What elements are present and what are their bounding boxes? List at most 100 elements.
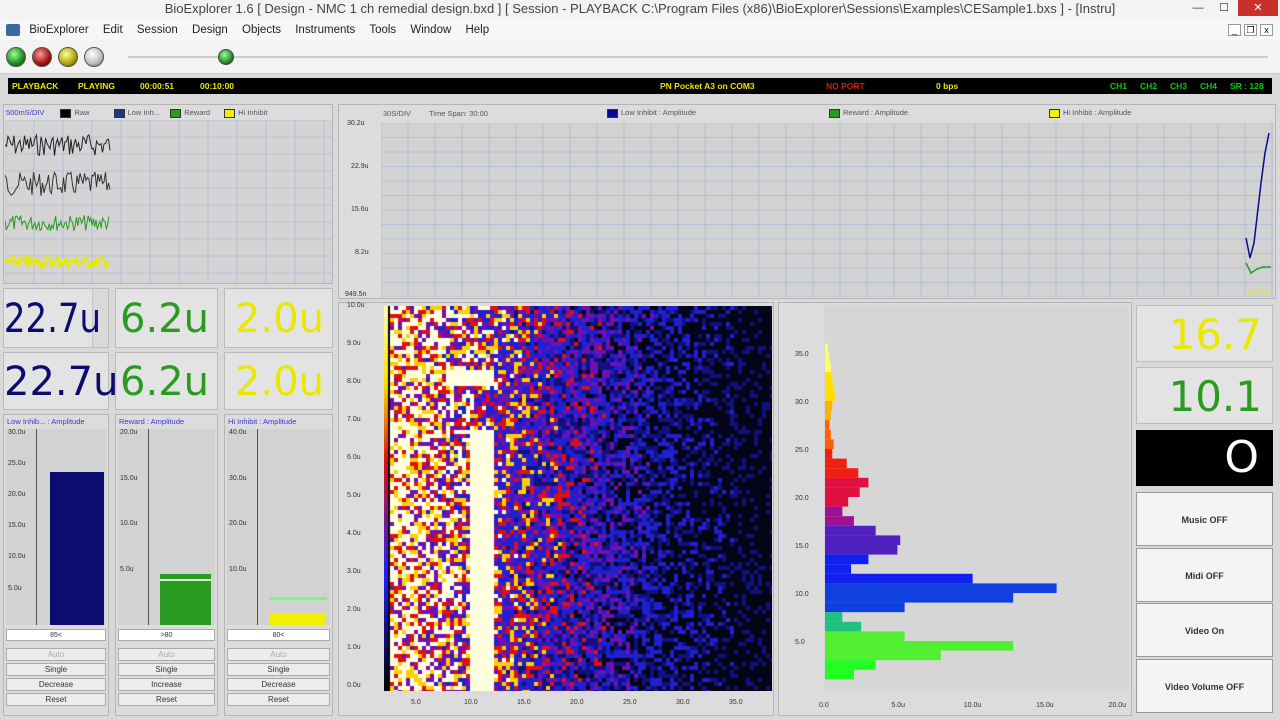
spectrogram-xtick: 15.0 — [517, 699, 531, 706]
menu-bioexplorer[interactable]: BioExplorer — [29, 24, 88, 36]
hiinh-threshold-line — [269, 597, 327, 600]
reward-meter-plot: 20.0u 15.0u 10.0u 5.0u — [118, 429, 215, 625]
lowinh-threshold-field[interactable]: 85< — [6, 629, 106, 641]
reward-adjust-button[interactable]: Increase — [118, 678, 215, 691]
raw-scale-label: 500mS/DIV — [6, 108, 45, 117]
stop-icon[interactable] — [84, 47, 104, 67]
play-icon[interactable] — [6, 47, 26, 67]
doc-restore-button[interactable]: ❐ — [1244, 24, 1257, 36]
status-device: PN Pocket A3 on COM3 — [660, 81, 755, 91]
playback-slider-thumb[interactable] — [218, 49, 234, 65]
spectrum-bar — [825, 545, 898, 555]
reward-reset-button[interactable]: Reset — [118, 693, 215, 706]
hiinh-meter-plot: 40.0u 30.0u 20.0u 10.0u — [227, 429, 330, 625]
spectrum-bar — [825, 458, 847, 469]
spectrum-bar — [825, 343, 828, 353]
playback-toolbar — [0, 40, 1280, 74]
spectrum-bar — [825, 564, 852, 574]
spectrum-bar — [825, 573, 973, 584]
spectrum-ytick: 15.0 — [795, 543, 809, 550]
trend-reward-label: Reward : Amplitude — [843, 108, 909, 117]
spectrum-bar — [825, 401, 833, 411]
spectrum-bar — [825, 669, 854, 680]
status-state: PLAYING — [78, 81, 116, 91]
menu-help[interactable]: Help — [465, 24, 489, 36]
video-volume-toggle-button[interactable]: Video Volume OFF — [1136, 659, 1273, 713]
spectrum-xtick: 15.0u — [1036, 702, 1054, 709]
reward-threshold-field[interactable]: >80 — [118, 629, 215, 641]
spectrum-bar — [825, 583, 1057, 593]
reward-meter-title: Reward : Amplitude — [119, 417, 185, 426]
close-button[interactable]: ✕ — [1238, 0, 1278, 16]
spectrum-bar — [825, 410, 831, 421]
hiinh-meter-axis — [257, 429, 258, 625]
lowinh-auto-button[interactable]: Auto — [6, 648, 106, 661]
lowinh-single-button[interactable]: Single — [6, 663, 106, 676]
reward-auto-button[interactable]: Auto — [118, 648, 215, 661]
maximize-button[interactable]: ☐ — [1211, 0, 1237, 16]
pause-icon[interactable] — [58, 47, 78, 67]
lowinh-swatch — [113, 108, 125, 118]
lowinh-meter-ytick: 5.0u — [8, 585, 22, 592]
spectrum-bar — [825, 353, 830, 363]
lowinh-meter-title: Low Inhib... : Amplitude — [7, 417, 85, 426]
midi-toggle-button[interactable]: Midi OFF — [1136, 548, 1273, 602]
menu-edit[interactable]: Edit — [103, 24, 123, 36]
hiinh-threshold-field[interactable]: 80< — [227, 629, 330, 641]
lowinh-reset-button[interactable]: Reset — [6, 693, 106, 706]
reward-meter-axis — [148, 429, 149, 625]
hiinh-single-button[interactable]: Single — [227, 663, 330, 676]
app-icon — [6, 23, 20, 36]
spectrum-xtick: 20.0u — [1109, 702, 1127, 709]
playback-slider-track[interactable] — [128, 56, 1268, 58]
status-sample-rate: SR : 128 — [1230, 81, 1264, 91]
spectrogram-ytick: 10.0u — [347, 302, 365, 309]
spectrum-bar — [825, 429, 831, 440]
hiinh-reset-button[interactable]: Reset — [227, 693, 330, 706]
status-ch1: CH1 — [1110, 81, 1128, 91]
spectrogram-xtick: 20.0 — [570, 699, 584, 706]
trend-legend-hiinh: Hi Inhibit : Amplitude — [1049, 108, 1131, 118]
minimize-button[interactable]: — — [1185, 0, 1211, 16]
spectrum-bar — [825, 506, 843, 517]
lowinh-adjust-button[interactable]: Decrease — [6, 678, 106, 691]
doc-minimize-button[interactable]: _ — [1228, 24, 1241, 36]
lowinh-meter-ytick: 20.0u — [8, 491, 26, 498]
menu-objects[interactable]: Objects — [242, 24, 281, 36]
lowinh-meter-ytick: 25.0u — [8, 460, 26, 467]
spectrogram-xtick: 25.0 — [623, 699, 637, 706]
menu-window[interactable]: Window — [410, 24, 451, 36]
trend-ytick: 30.2u — [347, 120, 365, 127]
hiinh-numeric-1: 2.0u — [224, 288, 333, 348]
hiinh-auto-button[interactable]: Auto — [227, 648, 330, 661]
raw-signal-panel: 500mS/DIV Raw Low Inh... Reward Hi Inhib… — [3, 104, 333, 284]
menu-session[interactable]: Session — [137, 24, 178, 36]
lowinh-numeric-2: 22.7u — [3, 352, 118, 410]
spectrum-xtick: 10.0u — [964, 702, 982, 709]
trend-ytick: 15.6u — [351, 206, 369, 213]
spectrogram-ytick: 4.0u — [347, 530, 361, 537]
spectrum-ytick: 25.0 — [795, 447, 809, 454]
reward-meter-panel: Reward : Amplitude 20.0u 15.0u 10.0u 5.0u >… — [115, 414, 218, 716]
spectrogram-ytick: 2.0u — [347, 606, 361, 613]
menu-design[interactable]: Design — [192, 24, 228, 36]
trend-lowinh-swatch — [607, 108, 618, 118]
raw-legend-reward: Reward — [184, 108, 211, 117]
music-toggle-button[interactable]: Music OFF — [1136, 492, 1273, 546]
menu-instruments[interactable]: Instruments — [295, 24, 355, 36]
doc-close-button[interactable]: x — [1260, 24, 1273, 36]
window-title: BioExplorer 1.6 [ Design - NMC 1 ch reme… — [164, 1, 1116, 16]
spectrum-bar — [825, 487, 860, 497]
spectrum-bar — [825, 420, 830, 430]
spectrogram-image — [384, 306, 772, 691]
spectrogram-xtick: 5.0 — [411, 699, 421, 706]
spectrum-bar — [825, 362, 831, 373]
record-icon[interactable] — [32, 47, 52, 67]
reward-single-button[interactable]: Single — [118, 663, 215, 676]
menu-tools[interactable]: Tools — [369, 24, 396, 36]
hiinh-adjust-button[interactable]: Decrease — [227, 678, 330, 691]
video-toggle-button[interactable]: Video On — [1136, 603, 1273, 657]
spectrum-bar — [825, 612, 843, 622]
hiinh-meter-ytick: 20.0u — [229, 520, 247, 527]
spectrum-plot: 35.0 30.0 25.0 20.0 15.0 10.0 5.0 0.0 5.0u 10.0u 1… — [795, 305, 1129, 709]
